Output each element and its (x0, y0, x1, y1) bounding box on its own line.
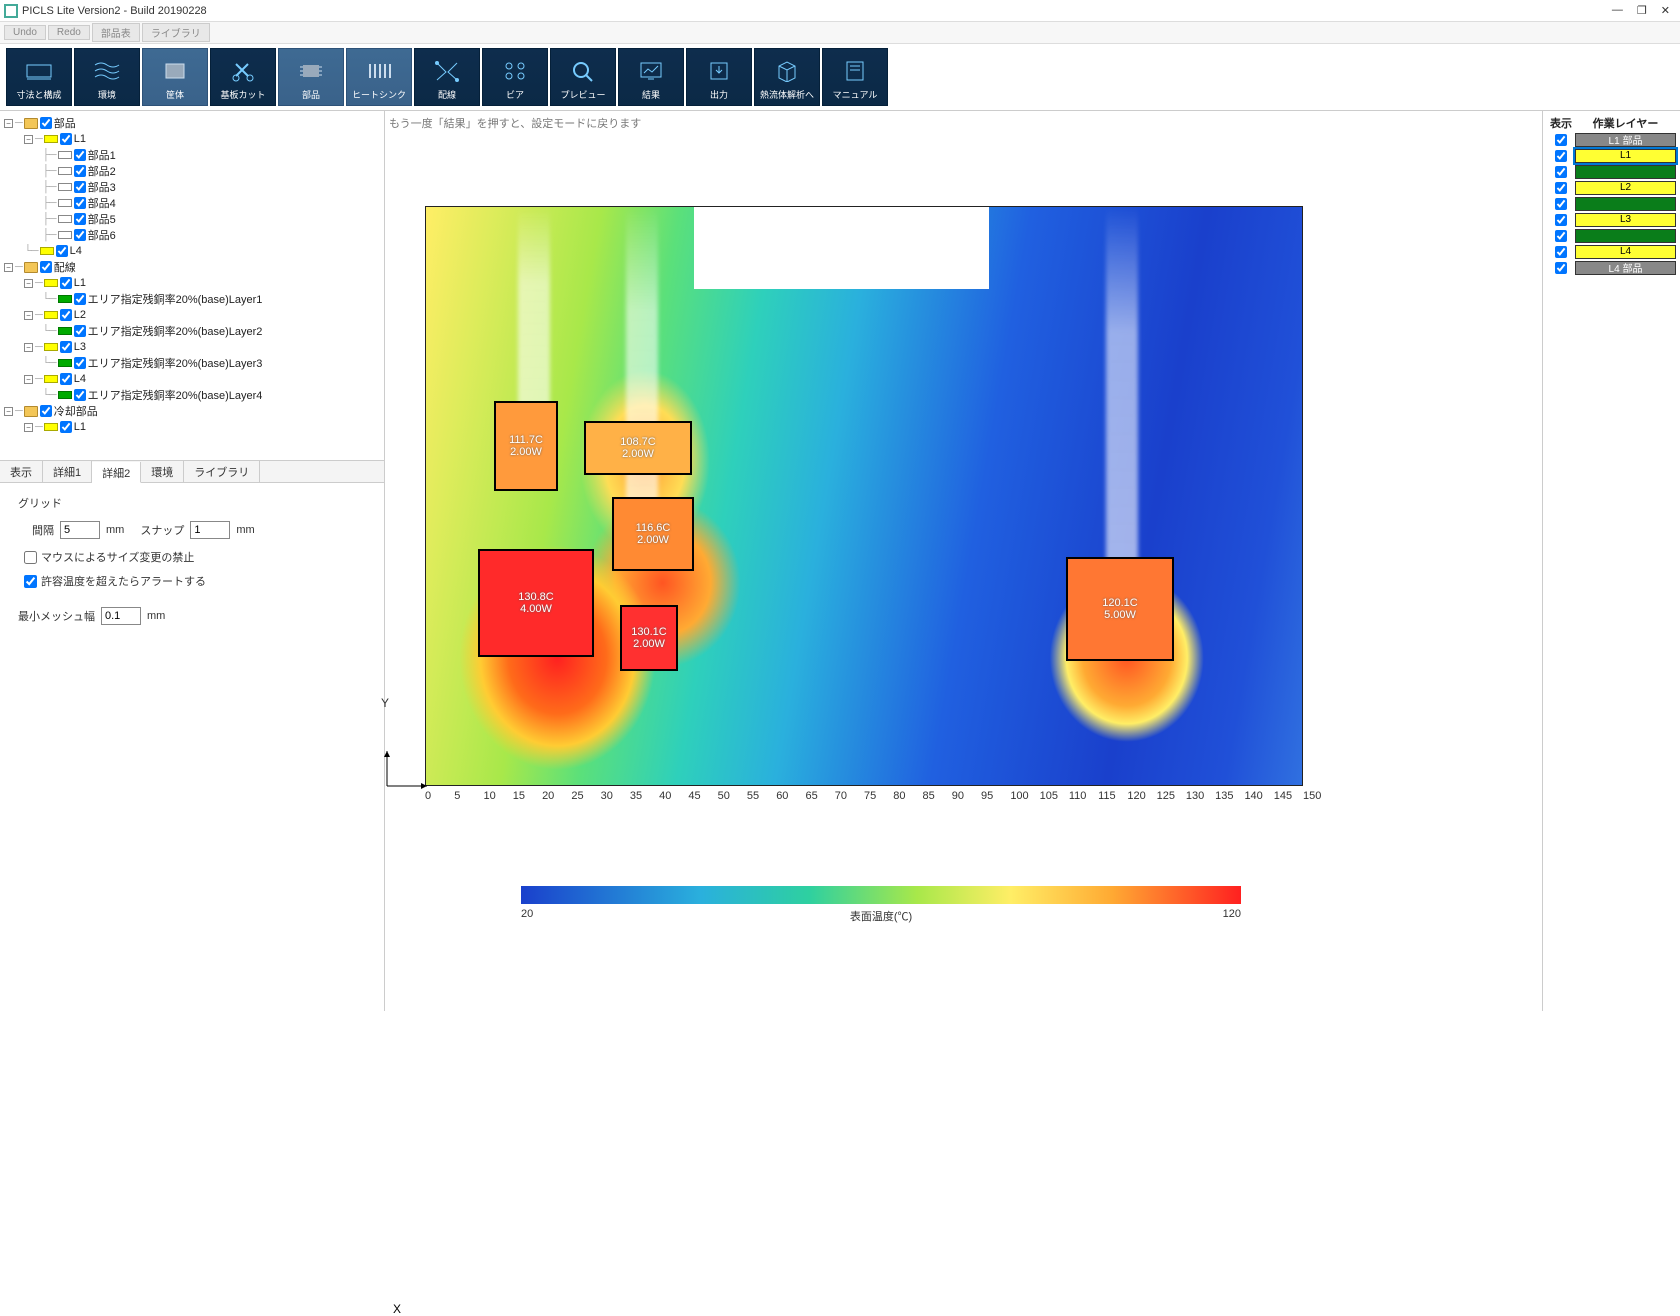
tb-wiring[interactable]: 配線 (414, 48, 480, 106)
layer-tag[interactable] (1575, 165, 1676, 179)
tb-via[interactable]: ビア (482, 48, 548, 106)
undo-button[interactable]: Undo (4, 25, 46, 40)
cutout (694, 207, 989, 289)
collapse-icon[interactable]: − (4, 119, 13, 128)
tb-result[interactable]: 結果 (618, 48, 684, 106)
grid-heading: グリッド (18, 495, 366, 511)
layer-visible-check[interactable] (1555, 134, 1567, 146)
tree-label[interactable]: 部品2 (88, 163, 116, 179)
layer-tag[interactable]: L1 (1575, 149, 1676, 163)
window-title: PICLS Lite Version2 - Build 20190228 (22, 5, 1612, 17)
layer-panel: 表示作業レイヤー L1 部品L1L2L3L4L4 部品 (1542, 111, 1680, 1011)
tab-library[interactable]: ライブラリ (184, 461, 260, 482)
y-axis-label: Y (381, 696, 389, 710)
tree-label[interactable]: 部品4 (88, 195, 116, 211)
tab-detail2[interactable]: 詳細2 (92, 462, 141, 483)
component-2[interactable]: 108.7C2.00W (584, 421, 692, 475)
tb-preview[interactable]: プレビュー (550, 48, 616, 106)
tree-check[interactable] (74, 197, 86, 209)
hint-text: もう一度「結果」を押すと、設定モードに戻ります (389, 115, 641, 131)
layer-tag[interactable] (1575, 197, 1676, 211)
component-1[interactable]: 111.7C2.00W (494, 401, 558, 491)
tb-env[interactable]: 環境 (74, 48, 140, 106)
tree-label[interactable]: 部品6 (88, 227, 116, 243)
layer-tag[interactable]: L4 (1575, 245, 1676, 259)
tb-output[interactable]: 出力 (686, 48, 752, 106)
parts-list-button[interactable]: 部品表 (92, 23, 140, 42)
layer-visible-check[interactable] (1555, 262, 1567, 274)
tree-check[interactable] (74, 149, 86, 161)
component-6[interactable]: 120.1C5.00W (1066, 557, 1174, 661)
app-icon (4, 4, 18, 18)
redo-button[interactable]: Redo (48, 25, 90, 40)
viewport[interactable]: もう一度「結果」を押すと、設定モードに戻ります 111.7C2.00W 108.… (385, 111, 1542, 1011)
tb-dims[interactable]: 寸法と構成 (6, 48, 72, 106)
tree-check[interactable] (74, 165, 86, 177)
minimize-icon[interactable]: — (1612, 4, 1623, 17)
tree-label[interactable]: 部品5 (88, 211, 116, 227)
tree-label[interactable]: 部品 (54, 115, 76, 131)
tb-cut[interactable]: 基板カット (210, 48, 276, 106)
tree-label[interactable]: 部品3 (88, 179, 116, 195)
heatmap[interactable]: 111.7C2.00W 108.7C2.00W 116.6C2.00W 130.… (425, 206, 1303, 786)
cb-mouse-resize[interactable] (24, 551, 37, 564)
tb-cfd[interactable]: 熱流体解析へ (754, 48, 820, 106)
tb-part[interactable]: 部品 (278, 48, 344, 106)
layer-visible-check[interactable] (1555, 198, 1567, 210)
tb-body[interactable]: 筐体 (142, 48, 208, 106)
library-button[interactable]: ライブラリ (142, 23, 210, 42)
component-4[interactable]: 130.8C4.00W (478, 549, 594, 657)
tree-check[interactable] (74, 181, 86, 193)
model-tree[interactable]: −─部品 −─L1 ├─部品1├─部品2├─部品3├─部品4├─部品5├─部品6… (0, 111, 384, 461)
tab-detail1[interactable]: 詳細1 (43, 461, 92, 482)
layer-visible-check[interactable] (1555, 166, 1567, 178)
toolbar: 寸法と構成 環境 筐体 基板カット 部品 ヒートシンク 配線 ビア プレビュー … (0, 44, 1680, 111)
layer-visible-check[interactable] (1555, 214, 1567, 226)
layer-visible-check[interactable] (1555, 182, 1567, 194)
x-axis-ticks: 0510152025303540455055606570758085909510… (425, 790, 1303, 802)
plume (518, 207, 550, 427)
maximize-icon[interactable]: ❐ (1637, 4, 1647, 17)
colorbar: 20 表面温度(℃) 120 (521, 886, 1241, 924)
cb-temp-alert[interactable] (24, 575, 37, 588)
title-bar: PICLS Lite Version2 - Build 20190228 — ❐… (0, 0, 1680, 22)
tb-heatsink[interactable]: ヒートシンク (346, 48, 412, 106)
tree-check[interactable] (74, 213, 86, 225)
layer-tag[interactable]: L1 部品 (1575, 133, 1676, 147)
tb-manual[interactable]: マニュアル (822, 48, 888, 106)
folder-icon (24, 118, 38, 129)
detail-panel: グリッド 間隔 mm スナップ mm マウスによるサイズ変更の禁止 許容温度を超… (0, 483, 384, 647)
component-5[interactable]: 130.1C2.00W (620, 605, 678, 671)
axis-indicator: X (377, 746, 437, 799)
tree-check[interactable] (74, 229, 86, 241)
tab-env[interactable]: 環境 (141, 461, 184, 482)
layer-visible-check[interactable] (1555, 230, 1567, 242)
layer-tag[interactable]: L3 (1575, 213, 1676, 227)
tree-label[interactable]: 部品1 (88, 147, 116, 163)
layer-icon (44, 135, 58, 143)
mesh-input[interactable] (101, 607, 141, 625)
snap-input[interactable] (190, 521, 230, 539)
interval-input[interactable] (60, 521, 100, 539)
tree-check[interactable] (40, 117, 52, 129)
layer-tag[interactable]: L4 部品 (1575, 261, 1676, 275)
layer-tag[interactable] (1575, 229, 1676, 243)
close-icon[interactable]: ✕ (1661, 4, 1670, 17)
layer-visible-check[interactable] (1555, 246, 1567, 258)
component-3[interactable]: 116.6C2.00W (612, 497, 694, 571)
tab-display[interactable]: 表示 (0, 461, 43, 482)
menu-bar: Undo Redo 部品表 ライブラリ (0, 22, 1680, 44)
layer-tag[interactable]: L2 (1575, 181, 1676, 195)
layer-visible-check[interactable] (1555, 150, 1567, 162)
detail-tabs: 表示 詳細1 詳細2 環境 ライブラリ (0, 461, 384, 483)
